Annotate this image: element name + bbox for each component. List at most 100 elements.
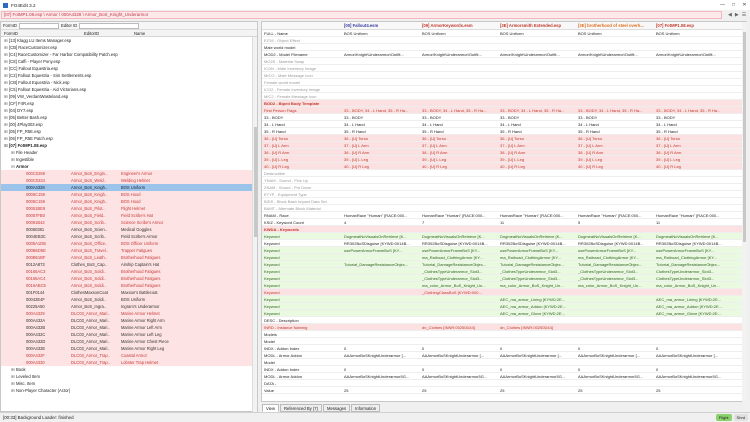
left-scroll-thumb[interactable] (254, 127, 257, 237)
tree-plugin-item[interactable]: ⊞[CB] Fallout Equestria - Nick.esp (1, 79, 257, 86)
record-field-row[interactable]: KWDA - Keywords (262, 226, 746, 233)
record-row[interactable]: 000C0334 Armor_BoS_Weld.. Welding Helmet (1, 177, 257, 184)
record-field-row[interactable]: BAMT - Alternate Block Material (262, 205, 746, 212)
record-tree[interactable]: ⊞[13] Klagg LU Items Manager.esp ⊞[CB] Ra… (1, 37, 257, 395)
record-field-row[interactable]: MIC2 - Female Message Icon (262, 93, 746, 100)
record-row[interactable]: 000A4329 DLC03_Armor_Mari.. Marine Armor H… (1, 310, 257, 317)
record-field-row[interactable]: BIDS - Block Bash Impact Data Set (262, 198, 746, 205)
plugin-header[interactable]: [09] ArmorKeywords.esm (420, 22, 498, 29)
record-row[interactable]: 000A432E DLC03_Armor_Mari.. Marine Armor R… (1, 345, 257, 352)
tree-plugin-item[interactable]: ⊞[CC] Fallout Equestria.esp (1, 65, 257, 72)
record-row[interactable]: 000A432D DLC03_Armor_Mari.. Marine Armor C… (1, 338, 257, 345)
record-field-row[interactable]: MODL - Armor Addon AAArmorBoSKnightUndera… (262, 352, 746, 359)
record-field-row[interactable]: ZNAM - Sound - Put Down (262, 184, 746, 191)
back-icon[interactable]: ◀ (728, 12, 732, 18)
record-field-row[interactable]: INRD - Instance Naming dn_Clothes [INNR:0… (262, 324, 746, 331)
record-row[interactable]: 00225A50 Armor_BoS_Ingra.. Ingram's Undera… (1, 303, 257, 310)
record-field-row[interactable]: Keyword DogmeatNoVisualsOnRetrieve [K... D… (262, 233, 746, 240)
record-row[interactable]: 000A432B DLC03_Armor_Mari.. Marine Armor L… (1, 324, 257, 331)
record-row[interactable]: 000C0269 Armor_BoS_Engin.. Engineer's Armo… (1, 170, 257, 177)
record-field-row[interactable]: ETYP - Equipment Type (262, 191, 746, 198)
tree-plugin-item[interactable]: ⊞[C4] RaceCustomizer - Far Harbor Compat… (1, 51, 257, 58)
record-row[interactable]: 00057FB0 Armor_BoS_Field.. Field Scribe's … (1, 212, 257, 219)
record-field-row[interactable]: MO2S - Material Swap (262, 58, 746, 65)
status-button-2[interactable]: Shrd (733, 414, 748, 421)
record-field-row[interactable]: 37 - [U] L Arm 37 - [U] L Arm 37 - [U] L A… (262, 142, 746, 149)
record-row[interactable]: 001F0144 ClothesMaxsonCoat Maxson's Battle… (1, 289, 257, 296)
record-field-row[interactable]: RNAM - Race HumanRace "Human" [RACE:000..… (262, 212, 746, 219)
close-button[interactable]: ✕ (739, 0, 750, 10)
tree-plugin-item[interactable]: ⊞[CF] F4R.esp (1, 100, 257, 107)
record-field-row[interactable]: 39 - [U] L Leg 39 - [U] L Leg 39 - [U] L L… (262, 156, 746, 163)
record-row[interactable]: 0005C159 Armor_BoS_Knigh.. BOS Hood (1, 191, 257, 198)
plugin-header[interactable]: [3E] brotherhood of steel overh... (576, 22, 654, 29)
tab-referenced-by[interactable]: Referenced By (7) (280, 404, 322, 412)
tree-plugin-item[interactable]: ⊞[04] DY7.esp (1, 107, 257, 114)
col-formid[interactable]: FormID (1, 31, 81, 36)
tree-plugin-item[interactable]: ⊞[C2] Fallout Equestria - Sim Settlement… (1, 72, 257, 79)
record-row[interactable]: 000A4328 Armor_BoS_Knigh.. BOS Uniform (1, 184, 257, 191)
record-field-row[interactable]: 33 - BODY 33 - BODY 33 - BODY 33 - BODY 33 -… (262, 114, 746, 121)
record-row[interactable]: 00051BE9 Armor_BoS_Pilot.. Flight Helmet (1, 205, 257, 212)
col-name[interactable]: Name (131, 31, 145, 36)
record-field-row[interactable]: MICO - Male Message Icon (262, 72, 746, 79)
record-field-row[interactable]: Female world model (262, 79, 746, 86)
record-row[interactable]: 0005C159 Armor_BoS_Knigh.. BOS Hood (1, 198, 257, 205)
record-row[interactable]: 00166AC3 Armor_BoS_Soldi.. Brotherhood Fat… (1, 268, 257, 275)
record-field-row[interactable]: INDX - Addon Index 0 0 0 0 0 (262, 345, 746, 352)
record-field-row[interactable]: Keyword Tutorial_DamageResistanceObjec...… (262, 261, 746, 268)
record-field-row[interactable]: Keyword AEC_ma_armor_Addon [KYWD:2E... AEC… (262, 303, 746, 310)
tree-group-item[interactable]: ⊞Leveled Item (1, 373, 257, 380)
record-row[interactable]: 000B61BF Armor_BoS_Leath.. Brotherhood Fat… (1, 254, 257, 261)
record-field-row[interactable]: Keyword AEC_ma_armor_Lining [KYWD:2E... AE… (262, 296, 746, 303)
tree-plugin-item[interactable]: ⊞[C8] Caffi - Player Pony.esp (1, 58, 257, 65)
record-field-row[interactable]: Male world model (262, 44, 746, 51)
tree-plugin-item[interactable]: ⊞[05] Better Bash.esp (1, 114, 257, 121)
record-field-row[interactable]: Keyword _ClothesTypeUnderarmor_Slot3... _C… (262, 268, 746, 275)
record-row[interactable]: 0004EB3C Armor_BoS_Scrib.. Field Scribe's … (1, 233, 257, 240)
record-field-row[interactable]: Model (262, 338, 746, 345)
record-field-row[interactable]: Model (262, 359, 746, 366)
record-field-row[interactable]: Models (262, 331, 746, 338)
record-field-row[interactable]: DESC - Description (262, 317, 746, 324)
tree-plugin-item[interactable]: ⊞[00] 4Play303.esp (1, 121, 257, 128)
tree-plugin-item[interactable]: ⊞[07] FotMP1.08.esp (1, 142, 257, 149)
record-field-row[interactable]: MODL - Armor Addon AAArmorBoSKnightUndera… (262, 373, 746, 380)
tree-plugin-item[interactable]: ⊞[05] FP_R5E.esp (1, 128, 257, 135)
record-field-row[interactable]: KSIZ - Keyword Count 4 7 11 5 11 (262, 219, 746, 226)
record-field-row[interactable]: Keyword ma_Railroad_ClothingArmor [KY... m… (262, 254, 746, 261)
record-row[interactable]: 00060381 Armor_BoS_Scien.. Medical Goggles (1, 226, 257, 233)
tree-plugin-item[interactable]: ⊞[CB] RaceCustomizer.esp (1, 44, 257, 51)
tree-plugin-item[interactable]: ⊞[09] VW_VerdantWasteland.esp (1, 93, 257, 100)
record-field-row[interactable]: Keyword _ClothingClassBoS [KYWD:000... (262, 289, 746, 296)
tree-plugin-item[interactable]: ⊞[06] FP_R5E Patch.esp (1, 135, 257, 142)
record-field-row[interactable]: Keyword RR302BoSDisguise [KYWD:0014B... RR… (262, 240, 746, 247)
plugin-header[interactable]: [3E] Armorsmith Extended.esp (498, 22, 576, 29)
tree-group-item[interactable]: ⊞File Header (1, 149, 257, 156)
record-field-row[interactable]: Value 25 25 25 25 25 (262, 387, 746, 394)
record-field-row[interactable]: EITM - Object Effect (262, 37, 746, 44)
record-field-row[interactable]: Destructible (262, 170, 746, 177)
record-row[interactable]: 0012A873 Clothes_BoS_Cap.. Airship Captain… (1, 261, 257, 268)
tree-group-item[interactable]: ⊞Weapon (1, 394, 257, 395)
formid-search-input[interactable] (18, 22, 59, 29)
record-field-row[interactable]: ICO2 - Female Inventory Image (262, 86, 746, 93)
record-field-row[interactable]: 36 - [U] Torso 36 - [U] Torso 36 - [U] Tor… (262, 135, 746, 142)
record-field-row[interactable]: Keyword usePowerArmorFrameBoS [KY... usePo… (262, 247, 746, 254)
col-editorid[interactable]: EditorID (81, 31, 131, 36)
tree-group-item[interactable]: ⊞Ingestible (1, 156, 257, 163)
record-field-row[interactable]: Keyword _ClothesTypeUnderarmor_Slot3... _C… (262, 275, 746, 282)
record-row[interactable]: 000A432A DLC03_Armor_Mari.. Marine Armor R… (1, 317, 257, 324)
record-row[interactable]: 000A4330 DLC03_Armor_Trap.. Lobster Trap H… (1, 359, 257, 366)
record-row[interactable]: 00091B42 Armor_BoS_Scrib.. Science Scribe'… (1, 219, 257, 226)
record-field-row[interactable]: 35 - R Hand 35 - R Hand 35 - R Hand 35 - R … (262, 128, 746, 135)
tab-messages[interactable]: Messages (323, 404, 351, 412)
plugin-header[interactable]: [07] FotMP1.08.esp (654, 22, 746, 29)
minimize-button[interactable]: — (717, 0, 728, 10)
right-scroll-thumb[interactable] (743, 32, 746, 242)
tree-group-item[interactable]: ⊞Non-Player Character (Actor) (1, 387, 257, 394)
record-row[interactable]: 00166AC4 Armor_BoS_Soldi.. Brotherhood Fat… (1, 275, 257, 282)
record-field-row[interactable]: YNAM - Sound - Pick Up (262, 177, 746, 184)
record-field-row[interactable]: BOD2 - Biped Body Template (262, 100, 746, 107)
record-field-row[interactable]: Keyword ma_color_Armor_BoS_Knight_Un... ma… (262, 282, 746, 289)
